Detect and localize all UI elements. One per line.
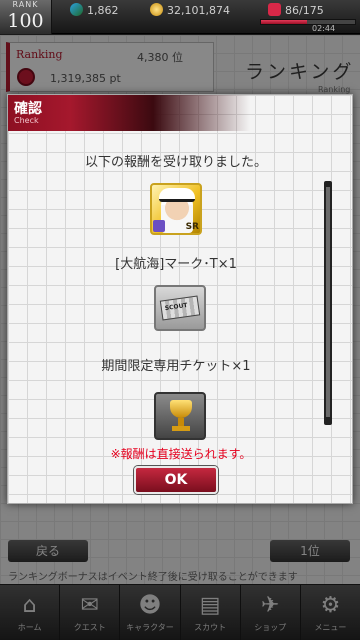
status-bar: RANK 100 1,862 32,101,874 86/175 02:44 (0, 0, 360, 34)
delivery-note: ※報酬は直接送られます。 (110, 447, 252, 461)
reward-confirm-dialog: 確認 Check 以下の報酬を受け取りました。 SR [大航海]マーク･T×1 … (7, 94, 354, 504)
gem-counter: 1,862 (70, 3, 119, 17)
dialog-header: 確認 Check (8, 95, 354, 131)
reward-item-name: 期間限定専用チケット×1 (101, 359, 251, 374)
coin-icon (150, 3, 163, 16)
reward-message: 以下の報酬を受け取りました。 (84, 155, 267, 170)
stamina-timer: 02:44 (312, 24, 336, 33)
scrollbar-thumb[interactable] (326, 187, 330, 417)
gem-count: 1,862 (87, 4, 119, 17)
coin-count: 32,101,874 (167, 4, 230, 17)
gem-icon (70, 3, 83, 16)
scout-ticket-icon: SCOUT (154, 285, 206, 331)
rank-value: 100 (7, 10, 44, 32)
trophy-icon (154, 392, 206, 440)
stamina-value: 86/175 (285, 4, 324, 17)
ticket-text: SCOUT (164, 301, 188, 313)
coin-counter: 32,101,874 (150, 3, 230, 17)
player-rank: RANK 100 (0, 0, 52, 34)
stamina-bar (260, 19, 356, 25)
dialog-title: 確認 (14, 101, 42, 117)
stamina-bar-fill (261, 20, 308, 24)
stamina-icon (268, 3, 281, 16)
character-card-icon: SR (150, 183, 202, 235)
ok-button[interactable]: OK (134, 466, 218, 494)
reward-list-scrollbar[interactable] (324, 181, 332, 425)
reward-list[interactable]: 以下の報酬を受け取りました。 SR [大航海]マーク･T×1 SCOUT 期間限… (26, 135, 326, 443)
rank-label: RANK (12, 0, 39, 9)
attribute-badge-icon (153, 220, 165, 232)
dialog-subtitle: Check (14, 116, 39, 125)
stamina-counter: 86/175 (268, 3, 324, 17)
rarity-label: SR (185, 222, 199, 232)
reward-item-name: [大航海]マーク･T×1 (115, 257, 237, 272)
